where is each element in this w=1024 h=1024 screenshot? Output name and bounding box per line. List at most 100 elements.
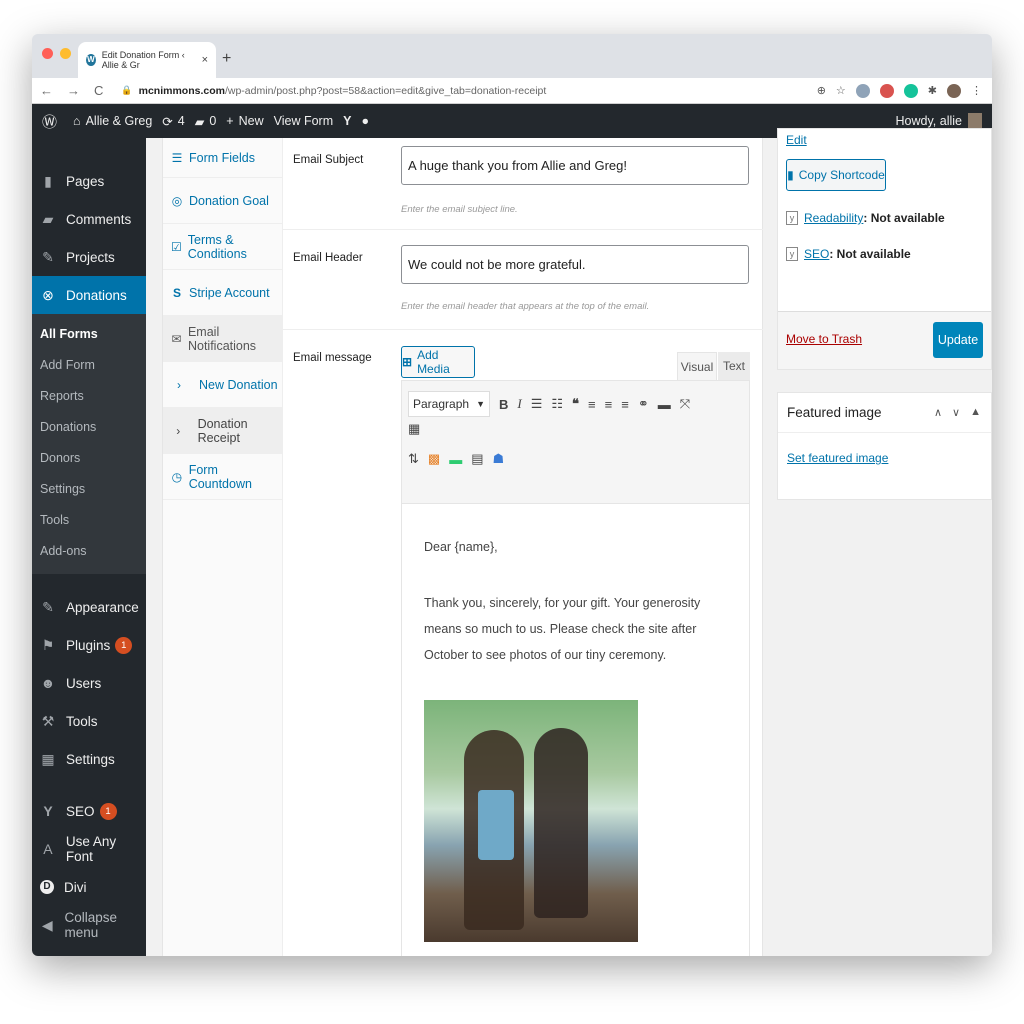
update-button[interactable]: Update [933,322,983,358]
sidebar-item-appearance[interactable]: ✎ Appearance [32,588,146,626]
sort-icon[interactable]: ⇅ [408,451,419,467]
sidebar-item-seo[interactable]: Y SEO 1 [32,792,146,830]
link-icon[interactable]: ⚭ [638,396,649,412]
menu-icon[interactable]: ⋮ [971,84,982,97]
sidebar-item-comments[interactable]: ▰ Comments [32,200,146,238]
toggle-panel-icon[interactable]: ▲ [970,406,981,419]
tab-form-countdown[interactable]: ◷ Form Countdown [163,454,282,500]
tab-donation-goal[interactable]: ◎ Donation Goal [163,178,282,224]
blockquote-icon[interactable]: ❝ [572,396,579,412]
comments-link[interactable]: ▰ 0 [195,114,217,129]
document-icon[interactable]: ▤ [471,451,483,467]
tab-stripe-account[interactable]: S Stripe Account [163,270,282,316]
submenu-reports[interactable]: Reports [32,380,146,411]
close-tab-icon[interactable]: × [202,54,208,66]
bullet-list-icon[interactable]: ☰ [531,396,543,412]
view-form-link[interactable]: View Form [274,114,334,128]
chevron-down-icon[interactable]: ∨ [952,406,960,419]
chevron-up-icon[interactable]: ∧ [934,406,942,419]
profile-avatar[interactable] [947,83,961,98]
submenu-all-forms[interactable]: All Forms [32,318,146,349]
fullscreen-icon[interactable]: ⤧ [680,396,690,412]
align-center-icon[interactable]: ≡ [605,397,613,412]
sidebar-item-use-any-font[interactable]: A Use Any Font [32,830,146,868]
align-right-icon[interactable]: ≡ [621,397,629,412]
url-host: mcnimmons.com [138,84,225,97]
tab-donation-receipt[interactable]: › Donation Receipt [163,408,282,454]
tab-visual[interactable]: Visual [677,352,717,380]
tab-terms-conditions[interactable]: ☑ Terms & Conditions [163,224,282,270]
submenu-add-form[interactable]: Add Form [32,349,146,380]
extension-icon[interactable] [855,83,870,98]
numbered-list-icon[interactable]: ☷ [551,396,563,412]
browser-tab[interactable]: W Edit Donation Form ‹ Allie & Gr × [78,42,216,78]
grammarly-icon[interactable] [903,83,918,98]
sidebar-item-projects[interactable]: ✎ Projects [32,238,146,276]
toolbar-toggle-icon[interactable]: ▦ [408,421,420,437]
wordpress-logo-icon[interactable]: Ⓦ [42,111,57,132]
sidebar-item-pages[interactable]: ▮ Pages [32,162,146,200]
site-name-link[interactable]: ⌂ Allie & Greg [73,114,152,128]
sidebar-item-plugins[interactable]: ⚑ Plugins 1 [32,626,146,664]
tab-email-notifications[interactable]: ✉ Email Notifications [163,316,282,362]
layers-icon[interactable]: ▬ [449,452,462,467]
new-content-link[interactable]: + New [226,114,263,128]
readability-link[interactable]: Readability [804,211,863,225]
star-icon[interactable]: ☆ [836,84,846,97]
tab-form-fields[interactable]: ☰ Form Fields [163,138,282,178]
blocks-icon[interactable]: ▩ [428,451,440,467]
sidebar-separator [32,778,146,792]
back-icon[interactable]: ← [40,83,53,98]
sidebar-item-tools[interactable]: ⚒ Tools [32,702,146,740]
set-featured-image-link[interactable]: Set featured image [787,451,888,465]
zoom-icon[interactable]: ⊕ [817,84,826,97]
reload-icon[interactable]: C [94,83,103,98]
edit-link[interactable]: Edit [786,133,807,147]
bold-icon[interactable]: B [499,397,508,412]
plus-icon: + [226,114,234,128]
tab-new-donation[interactable]: › New Donation [163,362,282,408]
email-header-input[interactable]: We could not be more grateful. [401,245,749,284]
sidebar-item-settings[interactable]: ▦ Settings [32,740,146,778]
target-icon: ◎ [171,193,183,208]
submenu-settings[interactable]: Settings [32,473,146,504]
toolbar-row-3: ⇅ ▩ ▬ ▤ ☗ [408,451,504,467]
url-field[interactable]: 🔒 mcnimmons.com/wp-admin/post.php?post=5… [121,85,546,97]
updates-link[interactable]: ⟳ 4 [162,114,184,129]
new-tab-button[interactable]: + [222,50,231,68]
close-window-button[interactable] [42,48,53,59]
account-menu[interactable]: Howdy, allie [896,113,982,129]
submenu-donations[interactable]: Donations [32,411,146,442]
read-more-icon[interactable]: ▬ [658,397,671,412]
sidebar-item-donations[interactable]: ⊗ Donations [32,276,146,314]
sidebar-label: Settings [66,751,115,767]
sidebar-item-divi[interactable]: D Divi [32,868,146,906]
editor-content[interactable]: Dear {name}, Thank you, sincerely, for y… [401,504,750,956]
extensions: ⊕ ☆ ✱ ⋮ [817,83,982,98]
minimize-window-button[interactable] [60,48,71,59]
email-header-description: Enter the email header that appears at t… [401,301,650,312]
tab-text[interactable]: Text [718,352,750,380]
yoast-icon[interactable]: Y [343,114,351,128]
extension-icon[interactable] [879,83,894,98]
submenu-donors[interactable]: Donors [32,442,146,473]
submenu-add-ons[interactable]: Add-ons [32,535,146,566]
forward-icon[interactable]: → [67,83,80,98]
sidebar-label: Appearance [66,599,139,615]
move-to-trash-link[interactable]: Move to Trash [786,332,862,346]
align-left-icon[interactable]: ≡ [588,397,596,412]
italic-icon[interactable]: I [517,396,521,412]
email-subject-input[interactable]: A huge thank you from Allie and Greg! [401,146,749,185]
couple-photo[interactable] [424,700,638,942]
submenu-tools[interactable]: Tools [32,504,146,535]
puzzle-icon[interactable]: ✱ [928,84,937,97]
add-media-button[interactable]: ⊞ Add Media [401,346,475,378]
status-dot-icon: ● [361,114,370,128]
seo-link[interactable]: SEO [804,247,829,261]
person-icon[interactable]: ☗ [493,451,505,467]
format-select[interactable]: Paragraph ▼ [408,391,490,417]
copy-shortcode-button[interactable]: ▮ Copy Shortcode [786,159,886,191]
sidebar-item-users[interactable]: ☻ Users [32,664,146,702]
collapse-menu-button[interactable]: ◀ Collapse menu [32,906,146,944]
sidebar-item-media[interactable] [32,138,146,162]
